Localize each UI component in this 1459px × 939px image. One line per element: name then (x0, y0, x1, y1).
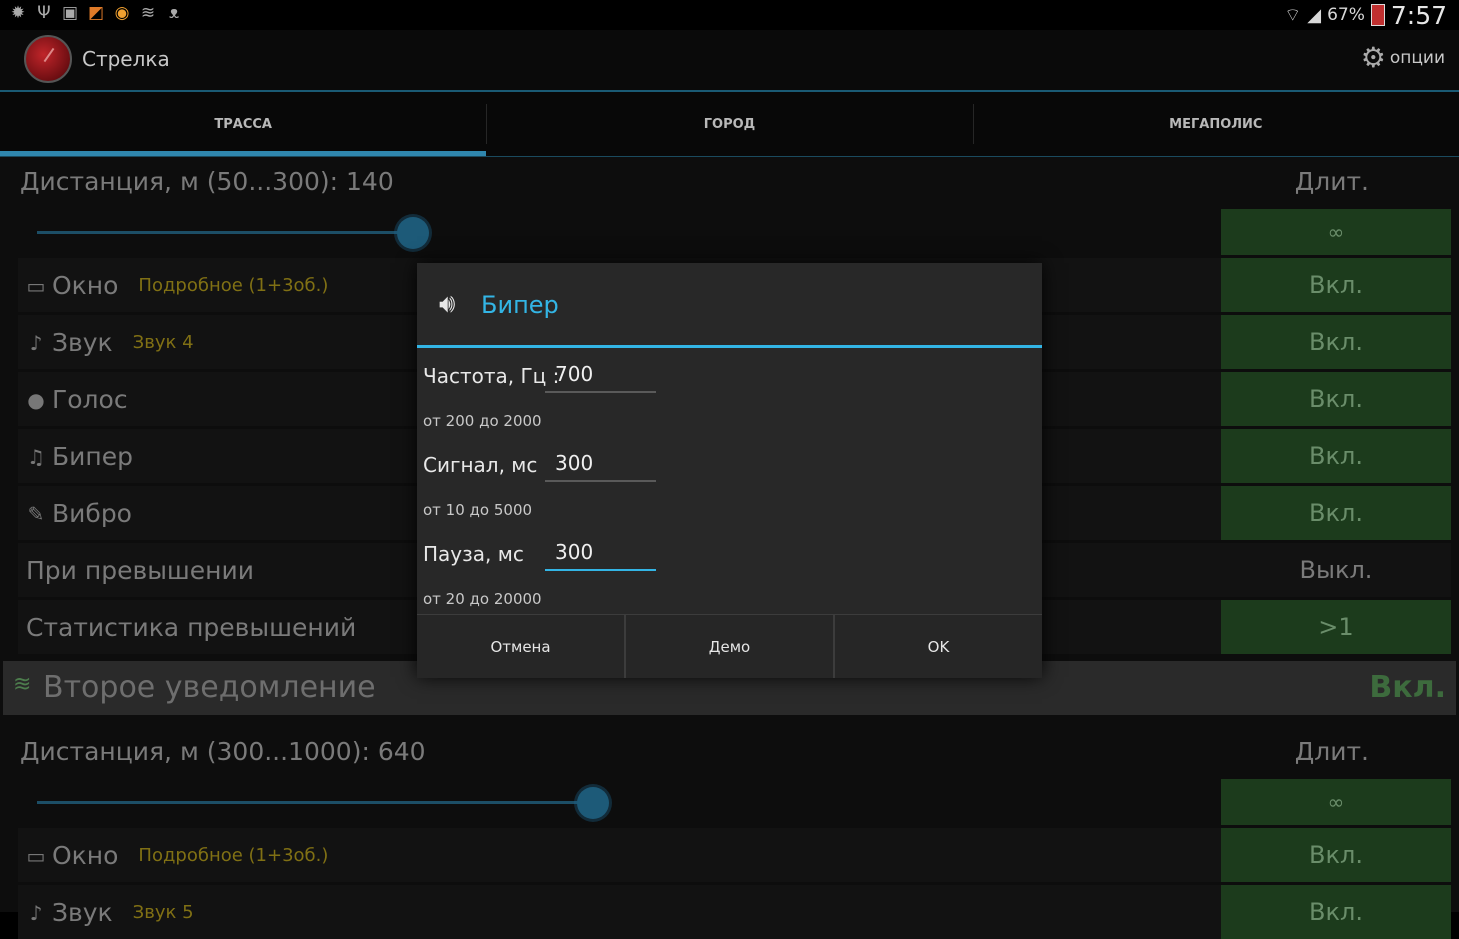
tab-gorod[interactable]: ГОРОД (486, 92, 972, 156)
clock: 7:57 (1390, 0, 1447, 30)
music-icon: ♫ (27, 444, 45, 469)
distance-slider-thumb[interactable] (397, 217, 429, 249)
row-label-wrap: ♪ Звук Звук 4 (26, 328, 194, 357)
network-icon: ≋ (140, 3, 156, 23)
row-label: Статистика превышений (26, 613, 357, 642)
row-label: Вибро (52, 499, 132, 528)
frequency-input[interactable] (545, 357, 656, 393)
row-label: Окно (52, 271, 119, 300)
battery-icon (1370, 4, 1385, 26)
frequency-hint: от 200 до 2000 (423, 412, 542, 430)
app-icon: ◉ (114, 3, 130, 23)
system-indicators: ⌔ ◢ 67% 7:57 (1284, 0, 1447, 30)
tab-trassa[interactable]: ТРАССА (0, 92, 487, 156)
row-value[interactable]: Выкл. (1221, 543, 1451, 597)
row-value[interactable]: Вкл. (1221, 372, 1451, 426)
row-label: Голос (52, 385, 128, 414)
cat-icon: ᴥ (168, 3, 180, 23)
row-value[interactable]: Вкл. (1221, 828, 1451, 882)
distance-slider-track[interactable] (37, 231, 413, 234)
duration-header-2: Длит. (1294, 737, 1369, 766)
notification-icons: ✹ Ψ ▣ ◩ ◉ ≋ ᴥ (8, 3, 184, 23)
row-label: При превышении (26, 556, 255, 585)
rss-icon: ◩ (87, 3, 105, 23)
row-label-wrap: ✎ Вибро (26, 499, 132, 528)
usb-icon: Ψ (37, 3, 51, 23)
options-label: опции (1389, 48, 1445, 68)
list-item-sound-2[interactable]: ♪ Звук Звук 5 Вкл. (18, 885, 1451, 939)
distance-label: Дистанция, м (50...300): 140 (20, 167, 394, 196)
mic-icon: ● (27, 387, 45, 412)
frequency-label: Частота, Гц : (423, 364, 560, 388)
row-label: Бипер (52, 442, 133, 471)
row-label-wrap: ▭ Окно Подробное (1+3об.) (26, 271, 329, 300)
row-sublabel: Звук 4 (132, 332, 194, 353)
distance-slider-track-2[interactable] (37, 801, 593, 804)
signal-icon: ◢ (1307, 4, 1322, 26)
row-label-wrap: ♪ Звук Звук 5 (26, 898, 194, 927)
duration-header: Длит. (1294, 167, 1369, 196)
tab-megapolis[interactable]: МЕГАПОЛИС (972, 92, 1459, 156)
app-title: Стрелка (82, 47, 170, 71)
dialog-header: 🔊︎ Бипер (417, 263, 1042, 348)
section-toggle-value[interactable]: Вкл. (1369, 670, 1446, 705)
row-value[interactable]: Вкл. (1221, 429, 1451, 483)
tab-bar: ТРАССА ГОРОД МЕГАПОЛИС (0, 92, 1459, 157)
row-label: Звук (52, 898, 113, 927)
row-sublabel: Звук 5 (132, 902, 194, 923)
list-item-window-2[interactable]: ▭ Окно Подробное (1+3об.) Вкл. (18, 828, 1451, 882)
signal-input[interactable] (545, 446, 656, 482)
signal-label: Сигнал, мс (423, 453, 538, 477)
image-icon: ▣ (61, 3, 79, 23)
window-icon: ▭ (26, 843, 46, 868)
row-value[interactable]: >1 (1221, 600, 1451, 654)
status-bar: ✹ Ψ ▣ ◩ ◉ ≋ ᴥ ⌔ ◢ 67% 7:57 (0, 0, 1459, 30)
row-value[interactable]: Вкл. (1221, 315, 1451, 369)
wifi-icon: ⌔ (1284, 4, 1302, 26)
pause-label: Пауза, мс (423, 542, 524, 566)
row-value[interactable]: Вкл. (1221, 486, 1451, 540)
row-label-wrap: ♫ Бипер (26, 442, 133, 471)
cancel-button[interactable]: Отмена (417, 615, 624, 678)
duration-infinity-cell[interactable]: ∞ (1221, 209, 1451, 255)
demo-button[interactable]: Демо (624, 615, 833, 678)
pause-input[interactable] (545, 535, 656, 571)
section-title: Второе уведомление (43, 670, 376, 705)
bell-icon: ♪ (29, 330, 43, 355)
distance-label-2: Дистанция, м (300...1000): 640 (20, 737, 426, 766)
wifi-signal-icon: ≋ (13, 672, 32, 697)
distance-slider-thumb-2[interactable] (577, 787, 609, 819)
dialog-title: Бипер (481, 291, 559, 319)
row-value[interactable]: Вкл. (1221, 258, 1451, 312)
dialog-buttons: Отмена Демо OK (417, 614, 1042, 678)
row-label-wrap: ▭ Окно Подробное (1+3об.) (26, 841, 329, 870)
bug-icon: ✹ (10, 3, 26, 23)
vibrate-icon: ✎ (27, 501, 45, 526)
row-sublabel: Подробное (1+3об.) (138, 845, 329, 866)
ok-button[interactable]: OK (833, 615, 1042, 678)
battery-percent: 67% (1327, 5, 1365, 25)
row-label: Звук (52, 328, 113, 357)
row-value[interactable]: Вкл. (1221, 885, 1451, 939)
gear-icon: ⚙ (1360, 41, 1386, 74)
action-bar: Стрелка ⚙ опции (0, 30, 1459, 92)
options-button[interactable]: ⚙ опции (1361, 44, 1445, 72)
speaker-icon: 🔊︎ (439, 289, 456, 319)
row-label: Окно (52, 841, 119, 870)
signal-hint: от 10 до 5000 (423, 501, 533, 519)
duration-infinity-cell-2[interactable]: ∞ (1221, 779, 1451, 825)
window-icon: ▭ (26, 273, 46, 298)
app-logo-icon[interactable] (24, 35, 72, 83)
beeper-dialog: 🔊︎ Бипер Частота, Гц : от 200 до 2000 Си… (417, 263, 1042, 678)
bell-icon: ♪ (29, 900, 43, 925)
row-sublabel: Подробное (1+3об.) (138, 275, 329, 296)
pause-hint: от 20 до 20000 (423, 590, 542, 608)
row-label-wrap: ● Голос (26, 385, 128, 414)
